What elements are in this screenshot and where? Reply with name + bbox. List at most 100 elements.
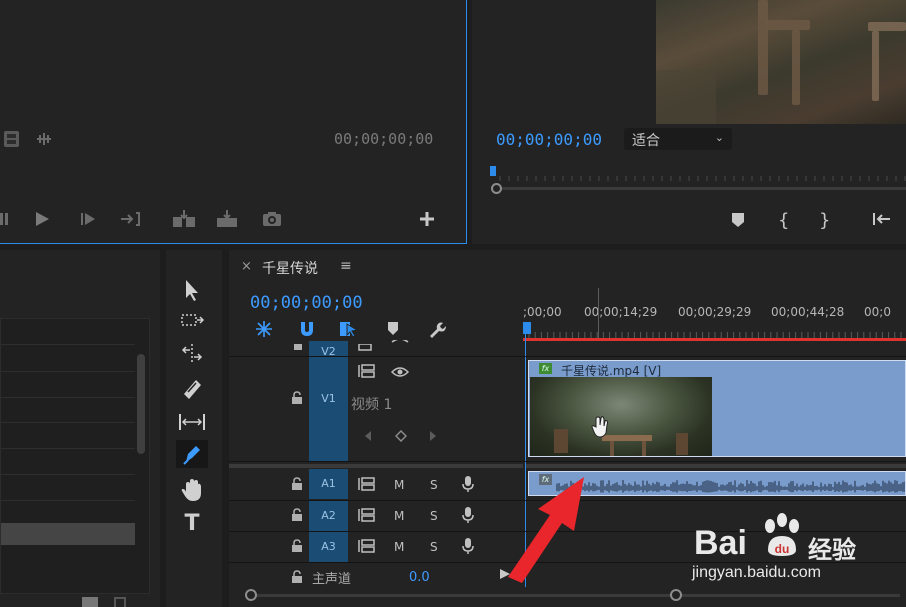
program-video-frame [656,0,906,124]
a1-sync-lock-icon[interactable] [358,477,376,494]
v1-eye-icon[interactable] [390,366,410,381]
a2-mic-icon[interactable] [462,506,474,527]
a2-lock-icon[interactable] [291,508,303,524]
timeline-timecode[interactable]: 00;00;00;00 [250,293,363,313]
mark-in-icon[interactable]: { [778,210,789,231]
v2-sync-lock-icon[interactable] [358,341,376,355]
linked-selection-icon[interactable] [339,320,359,341]
project-scrollbar[interactable] [137,354,145,454]
slip-tool-icon[interactable] [176,408,208,436]
a3-mic-icon[interactable] [462,537,474,558]
a1-mute-button[interactable]: M [394,478,404,492]
ripple-edit-tool-icon[interactable] [176,340,208,368]
master-lock-icon[interactable] [291,570,303,586]
a2-sync-lock-icon[interactable] [358,508,376,525]
program-timecode[interactable]: 00;00;00;00 [496,130,602,149]
hand-tool-icon[interactable] [176,476,208,504]
step-forward-icon[interactable] [80,211,96,230]
fx-badge[interactable]: fx [539,363,552,374]
a1-track-label[interactable]: A1 [309,469,348,499]
program-ruler-ticks [490,171,906,181]
v1-track-label[interactable]: V1 [309,357,348,461]
go-to-out-icon[interactable] [120,211,142,230]
v1-sync-lock-icon[interactable] [358,364,376,381]
ruler-major-tick [598,288,599,340]
a2-track-label[interactable]: A2 [309,501,348,531]
type-tool-icon[interactable]: T [176,510,208,538]
program-zoom-bar[interactable] [491,183,906,194]
master-track-name: 主声道 [312,572,352,587]
sequence-tab-title[interactable]: 千星传说 [262,258,318,278]
v1-track-name: 视频 1 [351,397,393,413]
svg-text:du: du [775,542,790,556]
watermark-suffix: 经验 [808,536,856,564]
v2-lock-icon[interactable] [293,339,303,353]
playhead-handle[interactable] [523,322,531,334]
source-timecode[interactable]: 00;00;00;00 [334,130,433,148]
watermark-url: jingyan.baidu.com [692,564,821,581]
a1-mic-icon[interactable] [462,475,474,496]
a2-mute-button[interactable]: M [394,509,404,523]
source-export-icon[interactable] [4,131,19,147]
v2-track-label[interactable]: V2 [309,341,348,358]
drag-audio-icon[interactable] [35,132,55,146]
go-to-in-icon[interactable] [871,211,891,230]
paw-icon: du [760,512,804,558]
camera-icon[interactable] [262,211,282,230]
video-audio-divider-right [526,464,906,468]
close-tab-button[interactable]: × [241,259,252,274]
a3-mute-button[interactable]: M [394,540,404,554]
snap-magnet-icon[interactable] [298,320,316,341]
wrench-settings-icon[interactable] [426,320,446,341]
chevron-down-icon: ⌄ [714,131,724,144]
razor-tool-icon[interactable] [176,374,208,402]
add-marker-icon[interactable] [731,212,745,231]
project-list-selected-row[interactable] [1,523,135,545]
overwrite-icon[interactable] [215,209,239,232]
a3-solo-button[interactable]: S [430,540,438,554]
hand-cursor-icon [591,415,611,442]
video-clip[interactable]: fx 千星传说.mp4 [V] [528,360,906,457]
panel-menu-icon[interactable]: ≡ [340,258,352,274]
prev-keyframe-icon[interactable] [364,430,372,445]
source-monitor-panel [0,0,467,244]
selection-tool-icon[interactable] [176,276,208,304]
fit-select[interactable]: 适合 ⌄ [624,128,732,150]
a2-solo-button[interactable]: S [430,509,438,523]
nest-sequence-icon[interactable] [254,320,274,341]
fit-select-value: 适合 [632,133,660,149]
add-keyframe-icon[interactable] [394,429,408,445]
v2-eye-icon[interactable] [391,338,409,353]
a1-solo-button[interactable]: S [430,478,438,492]
master-volume-value[interactable]: 0.0 [409,570,430,585]
play-icon[interactable] [34,211,50,230]
ruler-label-0: ;00;00 [523,305,562,319]
ruler-label-1: 00;00;14;29 [584,305,658,319]
ruler-label-2: 00;00;29;29 [678,305,752,319]
work-area-bar[interactable] [523,338,906,341]
new-bin-icon[interactable] [82,597,98,607]
insert-icon[interactable] [172,209,196,232]
timeline-marker-icon[interactable] [386,321,400,340]
pen-tool-icon[interactable] [176,440,208,468]
ruler-label-3: 00;00;44;28 [771,305,845,319]
step-back-icon[interactable] [0,212,8,226]
track-select-tool-icon[interactable] [176,307,208,335]
watermark-brand: Bai [694,524,747,562]
trash-icon[interactable] [114,597,126,607]
baidu-watermark: Bai du 经验 jingyan.baidu.com [690,510,906,607]
v1-lock-icon[interactable] [291,391,303,407]
mark-out-icon[interactable]: } [819,210,830,231]
annotation-arrow [498,473,594,583]
a3-lock-icon[interactable] [291,539,303,555]
next-keyframe-icon[interactable] [429,430,437,445]
video-clip-thumbnail [530,377,712,456]
project-list[interactable] [0,318,150,594]
a3-track-label[interactable]: A3 [309,532,348,562]
video-audio-divider[interactable] [229,464,523,468]
a3-sync-lock-icon[interactable] [358,539,376,556]
ruler-label-4: 00;0 [864,305,891,319]
a1-lock-icon[interactable] [291,477,303,493]
track-divider [229,461,906,462]
add-button-icon[interactable] [419,211,435,230]
